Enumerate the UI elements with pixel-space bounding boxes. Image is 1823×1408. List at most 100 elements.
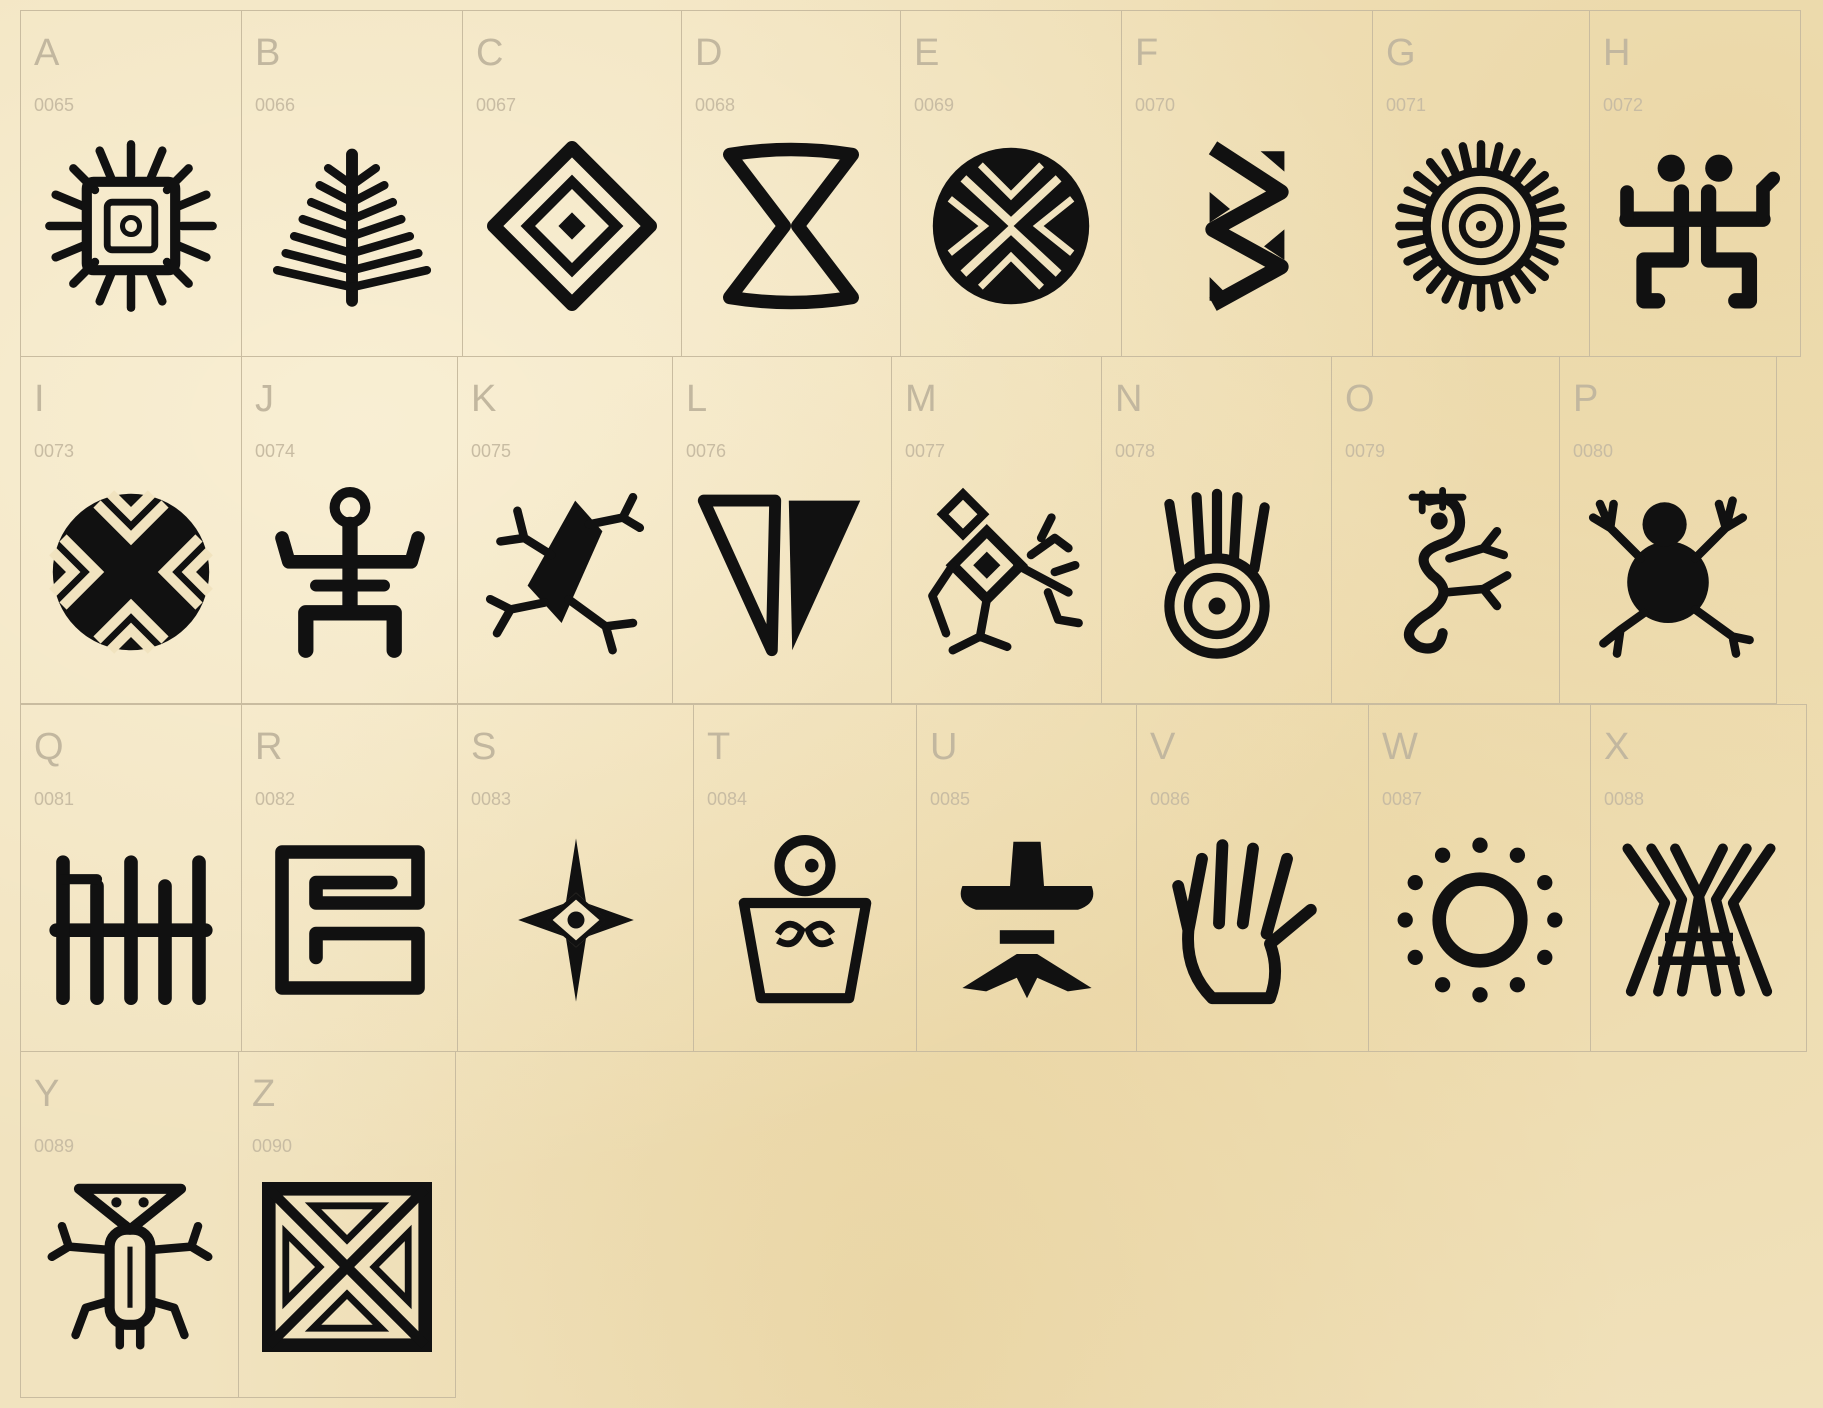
- glyph-letter: A: [34, 32, 60, 74]
- hand-icon: [1171, 839, 1317, 1005]
- glyph-letter: H: [1603, 32, 1631, 74]
- glyph-letter: D: [695, 32, 723, 74]
- meander-icon: [274, 845, 425, 995]
- glyph-letter: K: [471, 378, 497, 420]
- glyph-code: 0078: [1115, 441, 1156, 461]
- glyph-letter: Q: [34, 726, 64, 768]
- nested-diamond-icon: [487, 141, 657, 311]
- glyph-cell-p[interactable]: P 0080: [1559, 356, 1777, 704]
- glyph-cell-a[interactable]: A 0065: [20, 10, 242, 357]
- glyph-letter: S: [471, 726, 497, 768]
- frog-icon: [1588, 496, 1754, 658]
- chevron-circle-icon: [932, 147, 1090, 305]
- glyph-cell-e[interactable]: E 0069: [900, 10, 1122, 357]
- glyph-letter: M: [905, 378, 937, 420]
- glyph-cell-q[interactable]: Q 0081: [20, 704, 242, 1052]
- glyph-cell-l[interactable]: L 0076: [672, 356, 892, 704]
- spiral-sun-icon: [1395, 140, 1567, 312]
- glyph-letter: U: [930, 726, 958, 768]
- dotted-sun-icon: [1397, 837, 1562, 1003]
- glyph-cell-o[interactable]: O 0079: [1331, 356, 1560, 704]
- lizard-icon: [485, 492, 645, 655]
- glyph-letter: I: [34, 378, 45, 420]
- glyph-code: 0081: [34, 789, 75, 809]
- glyph-code: 0087: [1382, 789, 1423, 809]
- glyph-letter: X: [1604, 726, 1630, 768]
- glyph-cell-w[interactable]: W 0087: [1368, 704, 1591, 1052]
- glyph-cell-b[interactable]: B 0066: [241, 10, 463, 357]
- glyph-cell-s[interactable]: S 0083: [457, 704, 694, 1052]
- sun-square-icon: [45, 140, 217, 312]
- glyph-cell-t[interactable]: T 0084: [693, 704, 917, 1052]
- glyph-code: 0066: [255, 95, 296, 115]
- human-figure-icon: [274, 487, 425, 658]
- glyph-cell-r[interactable]: R 0082: [241, 704, 458, 1052]
- triangle-square-icon: [262, 1182, 432, 1352]
- diamond-figure-icon: [927, 487, 1083, 655]
- glyph-code: 0077: [905, 441, 946, 461]
- glyph-letter: N: [1115, 378, 1143, 420]
- hourglass-icon: [723, 142, 859, 310]
- glyph-code: 0085: [930, 789, 971, 809]
- glyph-letter: C: [476, 32, 504, 74]
- glyph-code: 0065: [34, 95, 75, 115]
- glyph-code: 0084: [707, 789, 748, 809]
- glyph-letter: Z: [252, 1073, 276, 1115]
- headdress-eye-icon: [1163, 488, 1270, 659]
- glyph-cell-i[interactable]: I 0073: [20, 356, 242, 704]
- glyph-code: 0090: [252, 1136, 293, 1156]
- glyph-cell-n[interactable]: N 0078: [1101, 356, 1332, 704]
- glyph-code: 0074: [255, 441, 296, 461]
- glyph-letter: L: [686, 378, 708, 420]
- glyph-letter: W: [1382, 726, 1418, 768]
- glyph-cell-u[interactable]: U 0085: [916, 704, 1137, 1052]
- glyph-cell-v[interactable]: V 0086: [1136, 704, 1369, 1052]
- glyph-code: 0073: [34, 441, 75, 461]
- comb-icon: [49, 855, 213, 1005]
- chevron-disc-icon: [49, 490, 213, 654]
- glyph-cell-d[interactable]: D 0068: [681, 10, 901, 357]
- glyph-cell-j[interactable]: J 0074: [241, 356, 458, 704]
- glyph-letter: E: [914, 32, 940, 74]
- fern-leaf-icon: [272, 148, 432, 307]
- glyph-code: 0072: [1603, 95, 1644, 115]
- zigzag-band-icon: [1205, 141, 1289, 311]
- glyph-letter: F: [1135, 32, 1159, 74]
- glyph-code: 0083: [471, 789, 512, 809]
- glyph-letter: P: [1573, 378, 1599, 420]
- glyph-code: 0071: [1386, 95, 1427, 115]
- glyph-code: 0088: [1604, 789, 1645, 809]
- glyph-cell-k[interactable]: K 0075: [457, 356, 673, 704]
- hat-figure-icon: [960, 841, 1093, 999]
- glyph-code: 0076: [686, 441, 727, 461]
- glyph-cell-x[interactable]: X 0088: [1590, 704, 1807, 1052]
- glyph-letter: T: [707, 726, 731, 768]
- glyph-cell-g[interactable]: G 0071: [1372, 10, 1590, 357]
- glyph-code: 0082: [255, 789, 296, 809]
- glyph-code: 0079: [1345, 441, 1386, 461]
- glyph-letter: R: [255, 726, 283, 768]
- glyph-code: 0070: [1135, 95, 1176, 115]
- glyph-cell-z[interactable]: Z 0090: [238, 1051, 456, 1398]
- glyph-cell-y[interactable]: Y 0089: [20, 1051, 239, 1398]
- glyph-cell-c[interactable]: C 0067: [462, 10, 682, 357]
- seahorse-icon: [1403, 487, 1511, 654]
- glyph-cell-m[interactable]: M 0077: [891, 356, 1102, 704]
- glyph-letter: Y: [34, 1073, 60, 1115]
- glyph-code: 0068: [695, 95, 736, 115]
- glyph-code: 0089: [34, 1136, 75, 1156]
- glyph-letter: B: [255, 32, 281, 74]
- masked-figure-icon: [47, 1183, 212, 1350]
- frog-figure-icon: [1619, 154, 1780, 309]
- glyph-letter: J: [255, 378, 274, 420]
- glyph-cell-f[interactable]: F 0070: [1121, 10, 1373, 357]
- spider-icon: [1622, 843, 1775, 997]
- split-triangle-icon: [697, 494, 861, 657]
- glyph-code: 0075: [471, 441, 512, 461]
- glyph-code: 0069: [914, 95, 955, 115]
- glyph-chart: A 0065 B 0066 C 0067 D 0068 E 0069 F 0070 G 0071 …: [0, 0, 1823, 1408]
- star-eye-icon: [517, 838, 634, 1002]
- glyph-letter: G: [1386, 32, 1416, 74]
- glyph-code: 0067: [476, 95, 517, 115]
- glyph-cell-h[interactable]: H 0072: [1589, 10, 1801, 357]
